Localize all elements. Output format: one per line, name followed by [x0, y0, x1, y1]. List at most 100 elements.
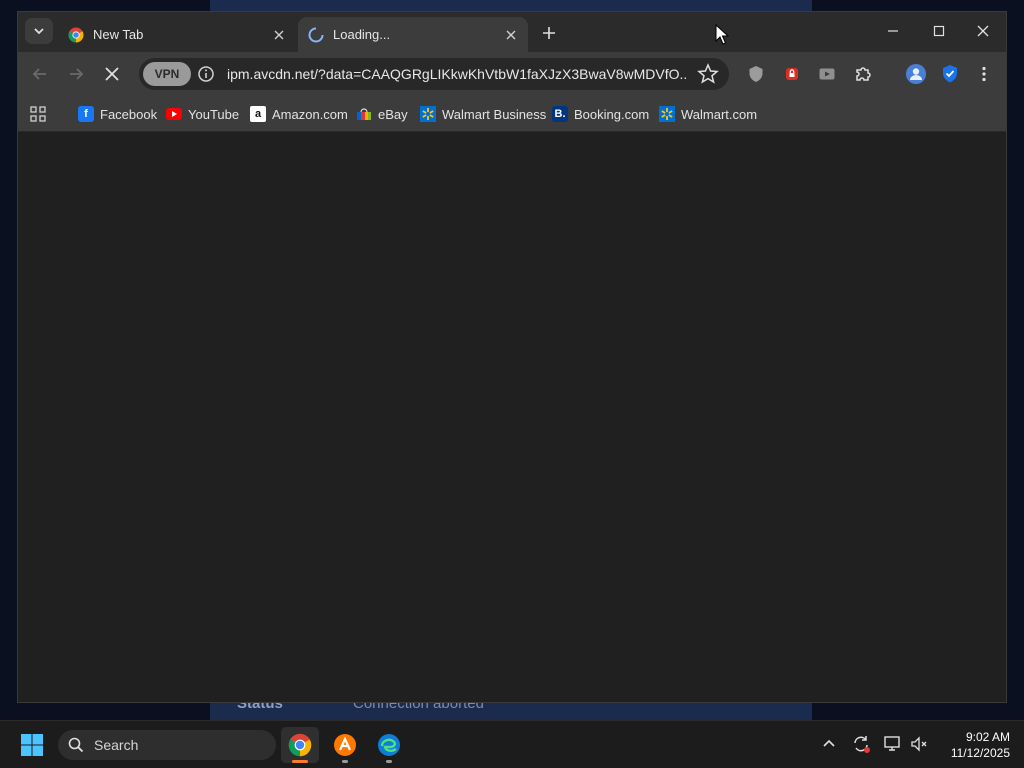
running-app-indicator [342, 760, 348, 763]
shield-check-icon [943, 65, 957, 83]
search-placeholder: Search [94, 737, 139, 753]
close-icon [977, 25, 989, 37]
bookmark-booking[interactable]: B. Booking.com [552, 104, 649, 124]
stop-loading-button[interactable] [98, 60, 126, 88]
video-icon [819, 68, 835, 80]
bookmark-label: eBay [378, 106, 408, 122]
profile-avatar-icon [906, 64, 926, 84]
tab-loading[interactable]: Loading... [298, 17, 528, 52]
back-button[interactable] [26, 60, 54, 88]
booking-icon: B. [552, 106, 568, 122]
windows-logo-icon [21, 734, 43, 756]
bookmark-star-icon[interactable] [696, 62, 720, 86]
stop-icon [105, 67, 119, 81]
tab-search-button[interactable] [25, 18, 53, 44]
taskbar-search[interactable]: Search [58, 730, 276, 760]
tray-network-button[interactable] [882, 733, 904, 755]
chevron-down-icon [34, 28, 44, 35]
taskbar-app-browser[interactable] [281, 727, 319, 763]
mouse-cursor-icon [715, 24, 729, 45]
chevron-up-icon [823, 739, 835, 747]
bookmark-label: Facebook [100, 106, 158, 122]
close-icon [274, 30, 284, 39]
new-tab-button[interactable] [536, 20, 562, 46]
tray-sync-button[interactable] [850, 733, 872, 755]
bookmark-label: Walmart Business [442, 106, 547, 122]
edge-icon [378, 734, 400, 756]
bookmark-label: YouTube [188, 106, 240, 122]
close-window-button[interactable] [960, 12, 1006, 50]
info-icon[interactable] [197, 65, 215, 83]
bookmark-amazon[interactable]: a Amazon.com [250, 104, 348, 124]
volume-muted-icon [911, 736, 927, 752]
minimize-button[interactable] [870, 12, 916, 50]
bookmark-facebook[interactable]: f Facebook [78, 104, 157, 124]
maximize-button[interactable] [916, 12, 962, 50]
puzzle-icon [856, 67, 871, 81]
bookmark-walmart[interactable]: Walmart.com [659, 104, 757, 124]
taskbar: Search 9:02 AM 11/12/2025 [0, 720, 1024, 768]
desktop: Status Connection aborted New Tab Loadin… [0, 0, 1024, 720]
browser-window: New Tab Loading... VPN ipm.avcdn.net/?da… [17, 11, 1007, 703]
tray-volume-button[interactable] [908, 733, 930, 755]
facebook-icon: f [78, 106, 94, 122]
apps-button[interactable] [30, 104, 46, 124]
extension-lock-button[interactable] [778, 60, 806, 88]
bookmark-ebay[interactable]: eBay [356, 104, 408, 124]
bookmark-walmart-business[interactable]: Walmart Business [420, 104, 546, 124]
arrow-left-icon [32, 68, 46, 80]
loading-spinner-icon [308, 27, 324, 42]
shield-icon [749, 66, 763, 82]
vpn-label: VPN [154, 67, 180, 81]
ebay-icon [356, 106, 372, 122]
clock-date: 11/12/2025 [950, 746, 1010, 760]
security-extension-button[interactable] [936, 60, 964, 88]
youtube-icon [166, 106, 182, 122]
start-button[interactable] [13, 727, 51, 763]
tab-strip: New Tab Loading... [18, 12, 1006, 52]
forward-button[interactable] [62, 60, 90, 88]
taskbar-app-avast[interactable] [326, 727, 364, 763]
active-app-indicator [292, 760, 308, 763]
close-icon [506, 30, 516, 39]
amazon-icon: a [250, 106, 266, 122]
taskbar-clock[interactable]: 9:02 AM 11/12/2025 [934, 729, 1010, 761]
arrow-right-icon [70, 68, 84, 80]
minimize-icon [888, 30, 898, 32]
vpn-button[interactable]: VPN [143, 62, 191, 86]
tab-close-button[interactable] [268, 24, 290, 46]
bookmarks-bar: f Facebook YouTube a Amazon.com eBay Wal… [18, 96, 1006, 132]
running-app-indicator [386, 760, 392, 763]
extensions-button[interactable] [849, 60, 877, 88]
tab-title: New Tab [93, 27, 144, 42]
bookmark-label: Booking.com [574, 106, 650, 122]
maximize-icon [933, 25, 945, 37]
sync-icon [854, 736, 870, 753]
url-text[interactable]: ipm.avcdn.net/?data=CAAQGRgLIKkwKhVtbW1f… [227, 66, 687, 82]
tab-close-button[interactable] [500, 24, 522, 46]
lock-icon [786, 68, 798, 80]
taskbar-app-edge[interactable] [370, 727, 408, 763]
clock-time: 9:02 AM [965, 730, 1010, 744]
chrome-icon [68, 27, 84, 42]
page-content[interactable] [18, 132, 1006, 702]
walmart-icon [420, 106, 436, 122]
search-icon [68, 737, 84, 753]
browser-toolbar: VPN ipm.avcdn.net/?data=CAAQGRgLIKkwKhVt… [18, 52, 1006, 96]
show-hidden-icons-button[interactable] [818, 733, 840, 755]
profile-button[interactable] [902, 60, 930, 88]
bookmark-label: Walmart.com [681, 106, 758, 122]
plus-icon [543, 27, 555, 39]
extension-video-button[interactable] [813, 60, 841, 88]
browser-menu-button[interactable] [970, 60, 998, 88]
chrome-icon [288, 733, 312, 757]
network-icon [884, 736, 900, 751]
extension-shield-button[interactable] [742, 60, 770, 88]
tab-title: Loading... [333, 27, 391, 42]
bookmark-label: Amazon.com [272, 106, 348, 122]
apps-grid-icon [30, 106, 46, 122]
bookmark-youtube[interactable]: YouTube [166, 104, 239, 124]
more-vertical-icon [982, 66, 986, 82]
tab-new-tab[interactable]: New Tab [58, 17, 296, 52]
address-bar[interactable]: VPN ipm.avcdn.net/?data=CAAQGRgLIKkwKhVt… [139, 58, 729, 90]
